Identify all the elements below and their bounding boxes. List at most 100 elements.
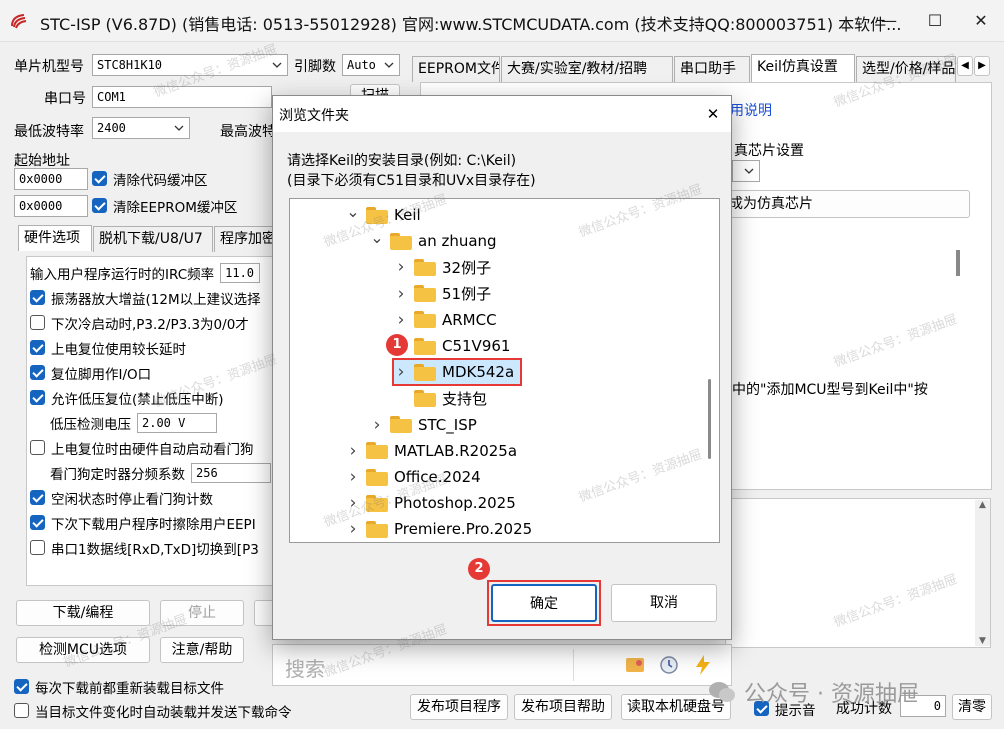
- chevron-right-icon[interactable]: ›: [394, 285, 408, 302]
- reload-each-option[interactable]: 每次下载前都重新装载目标文件: [14, 674, 224, 699]
- window-title: STC-ISP (V6.87D) (销售电话: 0513-55012928) 官…: [40, 15, 902, 34]
- folder-tree[interactable]: ⌄ Keil ⌄ an zhuang › 32例子 › 51例子 › ARMCC C51V961 › M…: [289, 198, 720, 543]
- download-program-button[interactable]: 下载/编程: [16, 600, 150, 626]
- tab-offline-download[interactable]: 脱机下载/U8/U7: [93, 226, 213, 252]
- folder-tree-item[interactable]: › STC_ISP: [370, 413, 477, 437]
- chevron-down-icon[interactable]: ⌄: [370, 230, 384, 248]
- pins-value: Auto: [347, 58, 376, 72]
- option-checkbox[interactable]: [30, 540, 45, 555]
- code-start-address-input[interactable]: 0x0000: [14, 168, 88, 190]
- clear-code-checkbox[interactable]: [92, 171, 107, 186]
- folder-tree-item-selected[interactable]: › MDK542a: [391, 358, 523, 387]
- app-logo-icon: [11, 14, 27, 29]
- hardware-option-row[interactable]: 上电复位时由硬件自动启动看门狗: [30, 435, 275, 460]
- option-value-select[interactable]: 256: [191, 462, 271, 483]
- tab-contest-lab[interactable]: 大赛/实验室/教材/招聘: [501, 56, 673, 82]
- option-checkbox[interactable]: [30, 365, 45, 380]
- usage-link[interactable]: 用说明: [730, 100, 772, 120]
- option-value-select[interactable]: 2.00 V: [137, 412, 217, 433]
- folder-tree-item[interactable]: › Premiere.Pro.2025: [346, 517, 533, 541]
- hardware-option-row[interactable]: 振荡器放大增益(12M以上建议选择: [30, 285, 275, 310]
- lightning-icon[interactable]: [693, 654, 713, 676]
- chevron-right-icon[interactable]: ›: [394, 311, 408, 328]
- tab-keil-simulation[interactable]: Keil仿真设置: [751, 54, 855, 82]
- folder-name: MATLAB.R2025a: [394, 441, 518, 460]
- hardware-option-row[interactable]: 下次冷启动时,P3.2/P3.3为0/0才: [30, 310, 275, 335]
- port-label: 串口号: [44, 91, 86, 107]
- hardware-option-row[interactable]: 空闲状态时停止看门狗计数: [30, 485, 275, 510]
- folder-tree-item[interactable]: 支持包: [394, 386, 487, 410]
- option-label: 下次冷启动时,P3.2/P3.3为0/0才: [51, 316, 249, 333]
- hardware-option-row[interactable]: 输入用户程序运行时的IRC频率 11.0: [30, 260, 275, 285]
- reload-each-checkbox[interactable]: [14, 679, 29, 694]
- cancel-button[interactable]: 取消: [611, 584, 717, 622]
- folder-tree-item[interactable]: › 32例子: [394, 255, 491, 279]
- tab-serial-assistant[interactable]: 串口助手: [674, 56, 750, 82]
- clear-eeprom-label: 清除EEPROM缓冲区: [113, 199, 238, 216]
- hardware-option-row[interactable]: 下次下载用户程序时擦除用户EEPI: [30, 510, 275, 535]
- tab-program-encryption[interactable]: 程序加密: [214, 226, 274, 252]
- help-button[interactable]: 注意/帮助: [160, 637, 244, 663]
- eeprom-start-address-input[interactable]: 0x0000: [14, 195, 88, 217]
- option-checkbox[interactable]: [30, 340, 45, 355]
- chevron-right-icon[interactable]: ›: [370, 416, 384, 433]
- chevron-right-icon[interactable]: ›: [346, 521, 360, 538]
- pins-select[interactable]: Auto: [342, 54, 400, 76]
- tab-scroll-right-icon[interactable]: ▶: [974, 56, 990, 76]
- brand-overlay: 公众号 · 资源抽屉: [708, 676, 919, 708]
- publish-program-button[interactable]: 发布项目程序: [410, 694, 508, 720]
- auto-reload-label: 当目标文件变化时自动装载并发送下载命令: [35, 704, 292, 721]
- clock-icon[interactable]: [659, 655, 679, 675]
- folder-icon: [366, 442, 388, 460]
- option-checkbox[interactable]: [30, 440, 45, 455]
- clear-code-buffer-option[interactable]: 清除代码缓冲区: [92, 166, 208, 191]
- chevron-right-icon[interactable]: ›: [346, 442, 360, 459]
- folder-tree-item[interactable]: › MATLAB.R2025a: [346, 439, 517, 463]
- clear-count-button[interactable]: 清零: [952, 694, 992, 720]
- auto-reload-option[interactable]: 当目标文件变化时自动装载并发送下载命令: [14, 698, 292, 723]
- folder-tree-item[interactable]: › 51例子: [394, 282, 491, 306]
- re-download-button[interactable]: [254, 600, 274, 626]
- hardware-option-row[interactable]: 串口1数据线[RxD,TxD]切换到[P3: [30, 535, 275, 560]
- clear-eeprom-buffer-option[interactable]: 清除EEPROM缓冲区: [92, 193, 237, 218]
- option-checkbox[interactable]: [30, 390, 45, 405]
- clear-eeprom-checkbox[interactable]: [92, 198, 107, 213]
- option-label: 低压检测电压: [50, 416, 131, 433]
- folder-tree-item[interactable]: ⌄ an zhuang: [370, 229, 496, 253]
- option-checkbox[interactable]: [30, 315, 45, 330]
- ok-button[interactable]: 确定: [491, 584, 597, 622]
- option-label: 串口1数据线[RxD,TxD]切换到[P3: [51, 541, 259, 558]
- hardware-option-row[interactable]: 看门狗定时器分频系数 256: [30, 460, 275, 485]
- close-button[interactable]: ✕: [958, 0, 1004, 42]
- wechat-icon: [709, 682, 735, 702]
- notes-scrollbar-thumb[interactable]: [956, 250, 960, 276]
- dialog-close-button[interactable]: ✕: [697, 102, 729, 126]
- tab-hardware-options[interactable]: 硬件选项: [18, 225, 92, 251]
- folder-icon: [414, 285, 436, 303]
- baud-min-select[interactable]: 2400: [92, 117, 190, 139]
- tree-scrollbar[interactable]: [701, 199, 719, 542]
- auto-reload-checkbox[interactable]: [14, 703, 29, 718]
- maximize-button[interactable]: ☐: [912, 0, 958, 42]
- log-scrollbar[interactable]: ▲ ▼: [975, 500, 990, 646]
- publish-help-button[interactable]: 发布项目帮助: [514, 694, 612, 720]
- hardware-option-row[interactable]: 上电复位使用较长延时: [30, 335, 275, 360]
- folder-tree-item[interactable]: › ARMCC: [394, 308, 497, 332]
- search-input[interactable]: 搜索: [285, 653, 325, 682]
- chevron-right-icon[interactable]: ›: [346, 469, 360, 486]
- tab-eeprom-file[interactable]: EEPROM文件: [412, 56, 500, 82]
- chevron-right-icon[interactable]: ›: [394, 259, 408, 276]
- folder-tree-item[interactable]: C51V961: [394, 334, 510, 358]
- set-as-emulator-button[interactable]: 成为仿真芯片: [724, 190, 970, 218]
- chevron-down-icon: [272, 62, 282, 68]
- minimize-button[interactable]: —: [866, 0, 912, 42]
- option-checkbox[interactable]: [30, 515, 45, 530]
- option-checkbox[interactable]: [30, 290, 45, 305]
- option-value-input[interactable]: 11.0: [220, 262, 261, 283]
- option-checkbox[interactable]: [30, 490, 45, 505]
- chevron-right-icon[interactable]: ›: [394, 364, 408, 381]
- image-icon[interactable]: [625, 655, 647, 675]
- tree-scrollbar-thumb[interactable]: [708, 379, 711, 459]
- chip-select[interactable]: [732, 160, 760, 182]
- hardware-option-row[interactable]: 低压检测电压 2.00 V: [30, 410, 275, 435]
